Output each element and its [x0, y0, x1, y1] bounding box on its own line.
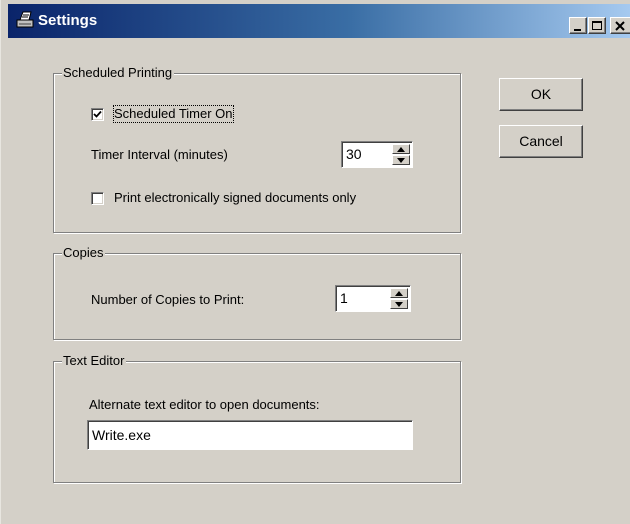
copies-legend: Copies	[62, 245, 106, 261]
scheduled-timer-label[interactable]: Scheduled Timer On	[113, 105, 234, 123]
copies-count-spinner[interactable]: 1	[335, 285, 411, 312]
timer-interval-value[interactable]: 30	[346, 146, 362, 162]
copies-count-down-button[interactable]	[390, 299, 408, 309]
copies-count-value[interactable]: 1	[340, 290, 348, 306]
text-editor-legend: Text Editor	[62, 353, 127, 369]
signed-only-checkbox[interactable]	[91, 192, 104, 205]
title-bar[interactable]: Settings	[8, 4, 630, 38]
copies-count-up-button[interactable]	[390, 288, 408, 298]
cancel-button[interactable]: Cancel	[499, 125, 583, 158]
scheduled-timer-checkbox[interactable]	[91, 108, 104, 121]
settings-dialog: Settings Scheduled Printing Scheduled Ti…	[0, 0, 630, 524]
scheduled-printing-legend: Scheduled Printing	[62, 65, 175, 81]
copies-count-label: Number of Copies to Print:	[91, 292, 245, 307]
timer-interval-down-button[interactable]	[392, 155, 410, 165]
copies-count-spin-buttons	[390, 288, 408, 309]
timer-interval-label: Timer Interval (minutes)	[91, 147, 228, 162]
window-title: Settings	[38, 12, 98, 29]
maximize-button[interactable]	[588, 17, 606, 34]
close-button[interactable]	[610, 17, 630, 34]
editor-path-input[interactable]: Write.exe	[87, 420, 413, 450]
editor-path-value[interactable]: Write.exe	[92, 427, 151, 443]
ok-button[interactable]: OK	[499, 78, 583, 111]
signed-only-label[interactable]: Print electronically signed documents on…	[114, 190, 356, 206]
timer-interval-spinner[interactable]: 30	[341, 141, 413, 168]
printer-icon	[14, 9, 36, 31]
minimize-button[interactable]	[569, 17, 587, 34]
timer-interval-up-button[interactable]	[392, 144, 410, 154]
editor-path-label: Alternate text editor to open documents:	[89, 397, 320, 412]
timer-interval-spin-buttons	[392, 144, 410, 165]
